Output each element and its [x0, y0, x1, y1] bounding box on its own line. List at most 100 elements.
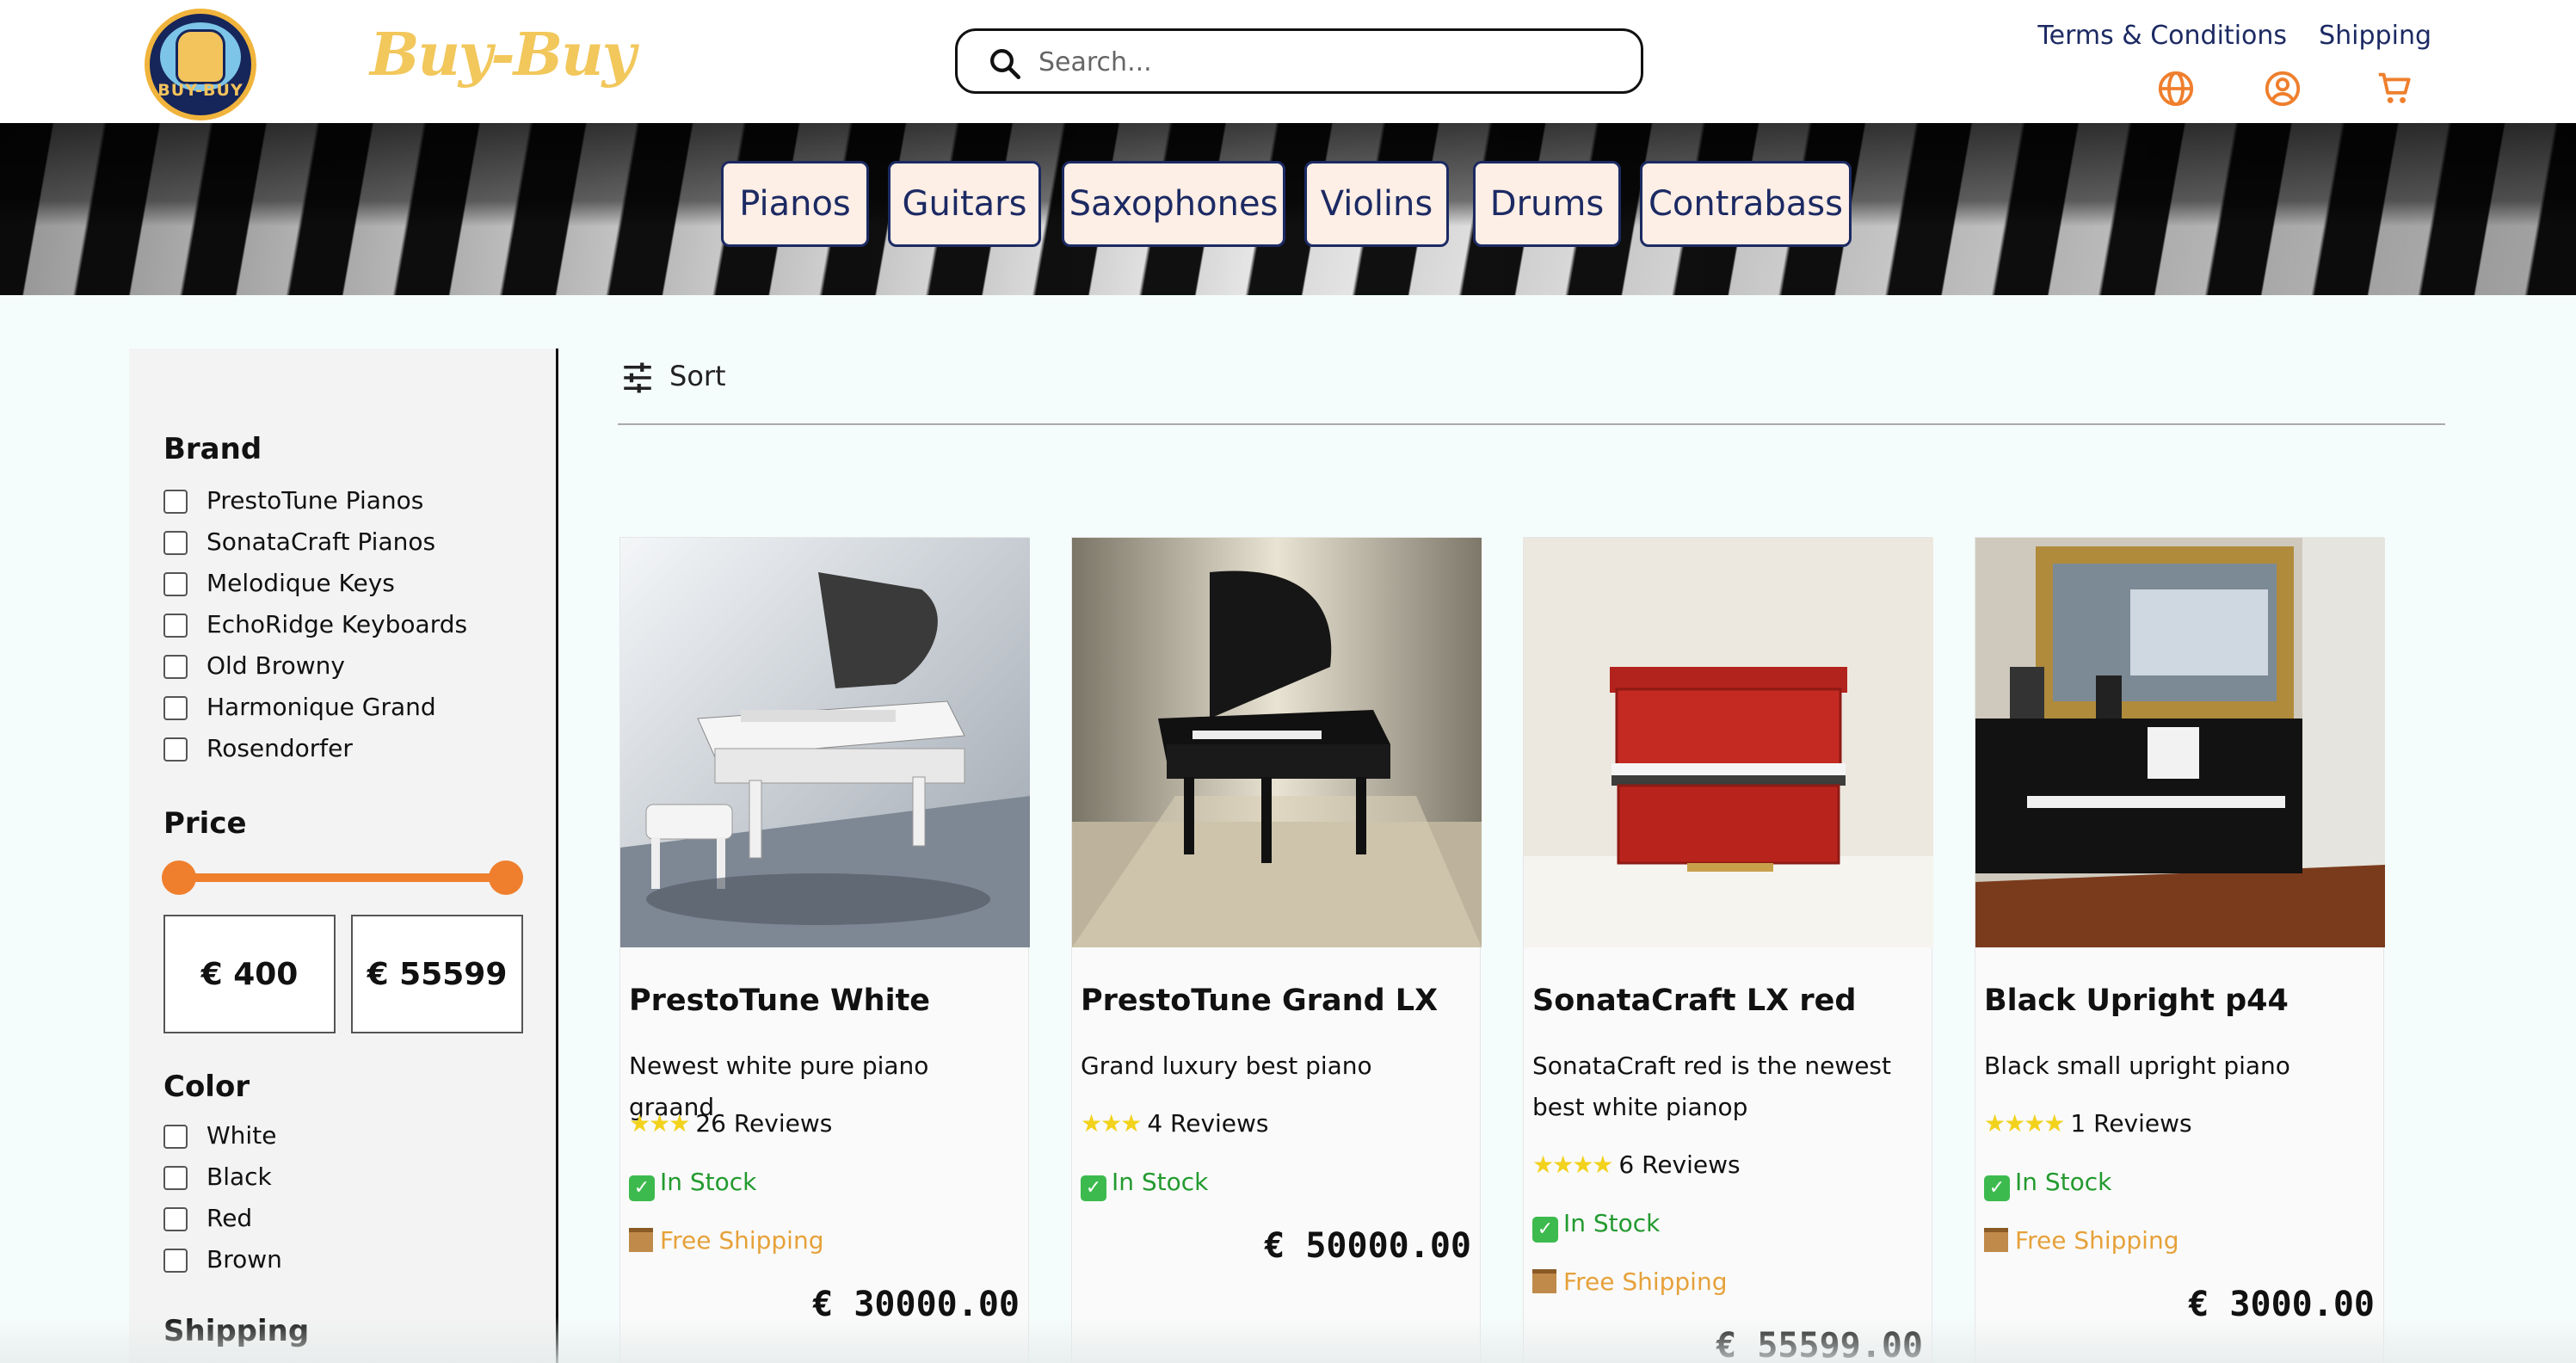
shipping-status: Free Shipping	[1532, 1267, 1727, 1296]
category-drums[interactable]: Drums	[1473, 161, 1621, 247]
stock-label: In Stock	[2015, 1168, 2112, 1196]
category-contrabass[interactable]: Contrabass	[1640, 161, 1852, 247]
product-rating[interactable]: ★★★ 26 Reviews	[629, 1109, 832, 1144]
stock-status: ✓ In Stock	[629, 1168, 756, 1201]
checkbox[interactable]	[163, 655, 188, 679]
package-icon	[1984, 1228, 2008, 1252]
search-input[interactable]	[1038, 40, 1624, 84]
terms-link[interactable]: Terms & Conditions	[2037, 21, 2287, 51]
product-price: € 3000.00	[2188, 1285, 2375, 1324]
product-description: Grand luxury best piano	[1081, 1052, 1372, 1080]
checkbox[interactable]	[163, 1249, 188, 1273]
stock-label: In Stock	[1112, 1168, 1209, 1196]
cart-icon[interactable]	[2375, 69, 2414, 108]
search-icon[interactable]	[987, 46, 1023, 82]
checkbox[interactable]	[163, 1125, 188, 1149]
option-label: Brown	[206, 1245, 282, 1274]
price-max-handle[interactable]	[489, 860, 523, 895]
product-price: € 55599.00	[1716, 1326, 1923, 1363]
product-card[interactable]: PrestoTune White Newest white pure piano…	[619, 537, 1030, 1363]
globe-icon[interactable]	[2156, 69, 2196, 108]
brand-logo[interactable]: BUY-BUY	[145, 9, 256, 120]
category-guitars[interactable]: Guitars	[888, 161, 1041, 247]
shipping-filter-title: Shipping	[163, 1314, 310, 1348]
stock-status: ✓ In Stock	[1532, 1209, 1660, 1243]
product-image-red-upright-piano[interactable]	[1524, 538, 1933, 947]
brand-filter-title: Brand	[163, 432, 262, 466]
sort-divider	[618, 423, 2445, 425]
header-icons	[2156, 69, 2414, 110]
user-account-icon[interactable]	[2263, 69, 2302, 108]
sort-sliders-icon[interactable]	[619, 360, 656, 396]
price-range-track[interactable]	[179, 873, 506, 882]
search-bar[interactable]	[955, 28, 1643, 94]
product-price: € 50000.00	[1264, 1226, 1471, 1266]
shipping-link[interactable]: Shipping	[2319, 21, 2431, 51]
rating-stars-icon: ★★★★	[1532, 1150, 1613, 1179]
rating-stars-icon: ★★★★	[1984, 1109, 2065, 1138]
checkbox[interactable]	[163, 737, 188, 762]
category-banner: Pianos Guitars Saxophones Violins Drums …	[0, 123, 2576, 295]
checkbox[interactable]	[163, 572, 188, 596]
product-rating[interactable]: ★★★★ 1 Reviews	[1984, 1109, 2192, 1144]
price-min-field[interactable]: € 400	[163, 915, 336, 1033]
shipping-status: Free Shipping	[1984, 1226, 2179, 1255]
shipping-label: Free Shipping	[1563, 1267, 1728, 1296]
logo-text: BUY-BUY	[157, 81, 243, 100]
price-max-field[interactable]: € 55599	[351, 915, 523, 1033]
checkbox[interactable]	[163, 531, 188, 555]
option-label: SonataCraft Pianos	[206, 527, 436, 556]
checkbox[interactable]	[163, 490, 188, 514]
logo-hand-icon	[176, 29, 225, 84]
sidebar-divider	[556, 348, 558, 1363]
header-links: Terms & Conditions Shipping	[2010, 21, 2431, 51]
option-label: Black	[206, 1163, 272, 1191]
brand-name[interactable]: Buy-Buy	[370, 21, 636, 89]
category-violins[interactable]: Violins	[1304, 161, 1449, 247]
sort-label[interactable]: Sort	[669, 360, 726, 392]
shipping-label: Free Shipping	[660, 1226, 824, 1255]
product-image-black-upright-piano[interactable]	[1975, 538, 2385, 947]
category-pianos[interactable]: Pianos	[721, 161, 869, 247]
check-mark-icon: ✓	[1532, 1217, 1558, 1243]
check-mark-icon: ✓	[629, 1175, 655, 1201]
review-count[interactable]: 6 Reviews	[1618, 1150, 1740, 1179]
review-count[interactable]: 4 Reviews	[1147, 1109, 1268, 1138]
checkbox[interactable]	[163, 1166, 188, 1190]
product-card[interactable]: Black Upright p44 Black small upright pi…	[1975, 537, 2385, 1363]
stock-status: ✓ In Stock	[1081, 1168, 1208, 1201]
product-image-black-grand-piano[interactable]	[1072, 538, 1482, 947]
option-label: Red	[206, 1204, 253, 1232]
category-saxophones[interactable]: Saxophones	[1062, 161, 1285, 247]
product-title[interactable]: SonataCraft LX red	[1532, 984, 1856, 1018]
option-label: PrestoTune Pianos	[206, 486, 424, 515]
check-mark-icon: ✓	[1081, 1175, 1106, 1201]
check-mark-icon: ✓	[1984, 1175, 2010, 1201]
product-rating[interactable]: ★★★ 4 Reviews	[1081, 1109, 1269, 1144]
color-filter-title: Color	[163, 1070, 250, 1104]
stock-status: ✓ In Stock	[1984, 1168, 2111, 1201]
product-rating[interactable]: ★★★★ 6 Reviews	[1532, 1150, 1741, 1185]
review-count[interactable]: 26 Reviews	[695, 1109, 832, 1138]
product-title[interactable]: Black Upright p44	[1984, 984, 2289, 1018]
package-icon	[629, 1228, 653, 1252]
checkbox[interactable]	[163, 1207, 188, 1231]
review-count[interactable]: 1 Reviews	[2070, 1109, 2191, 1138]
option-label: EchoRidge Keyboards	[206, 610, 468, 638]
option-label: Old Browny	[206, 651, 345, 680]
checkbox[interactable]	[163, 614, 188, 638]
product-image-white-grand-piano[interactable]	[620, 538, 1030, 947]
checkbox[interactable]	[163, 696, 188, 720]
product-title[interactable]: PrestoTune White	[629, 984, 930, 1018]
option-label: Harmonique Grand	[206, 693, 436, 721]
price-min-handle[interactable]	[162, 860, 196, 895]
package-icon	[1532, 1269, 1556, 1293]
product-title[interactable]: PrestoTune Grand LX	[1081, 984, 1438, 1018]
stock-label: In Stock	[1563, 1209, 1661, 1237]
product-card[interactable]: PrestoTune Grand LX Grand luxury best pi…	[1071, 537, 1482, 1363]
option-label: White	[206, 1121, 277, 1150]
shipping-label: Free Shipping	[2015, 1226, 2179, 1255]
product-description: SonataCraft red is the newest best white…	[1532, 1052, 1891, 1121]
product-card[interactable]: SonataCraft LX red SonataCraft red is th…	[1523, 537, 1933, 1363]
rating-stars-icon: ★★★	[1081, 1109, 1142, 1138]
